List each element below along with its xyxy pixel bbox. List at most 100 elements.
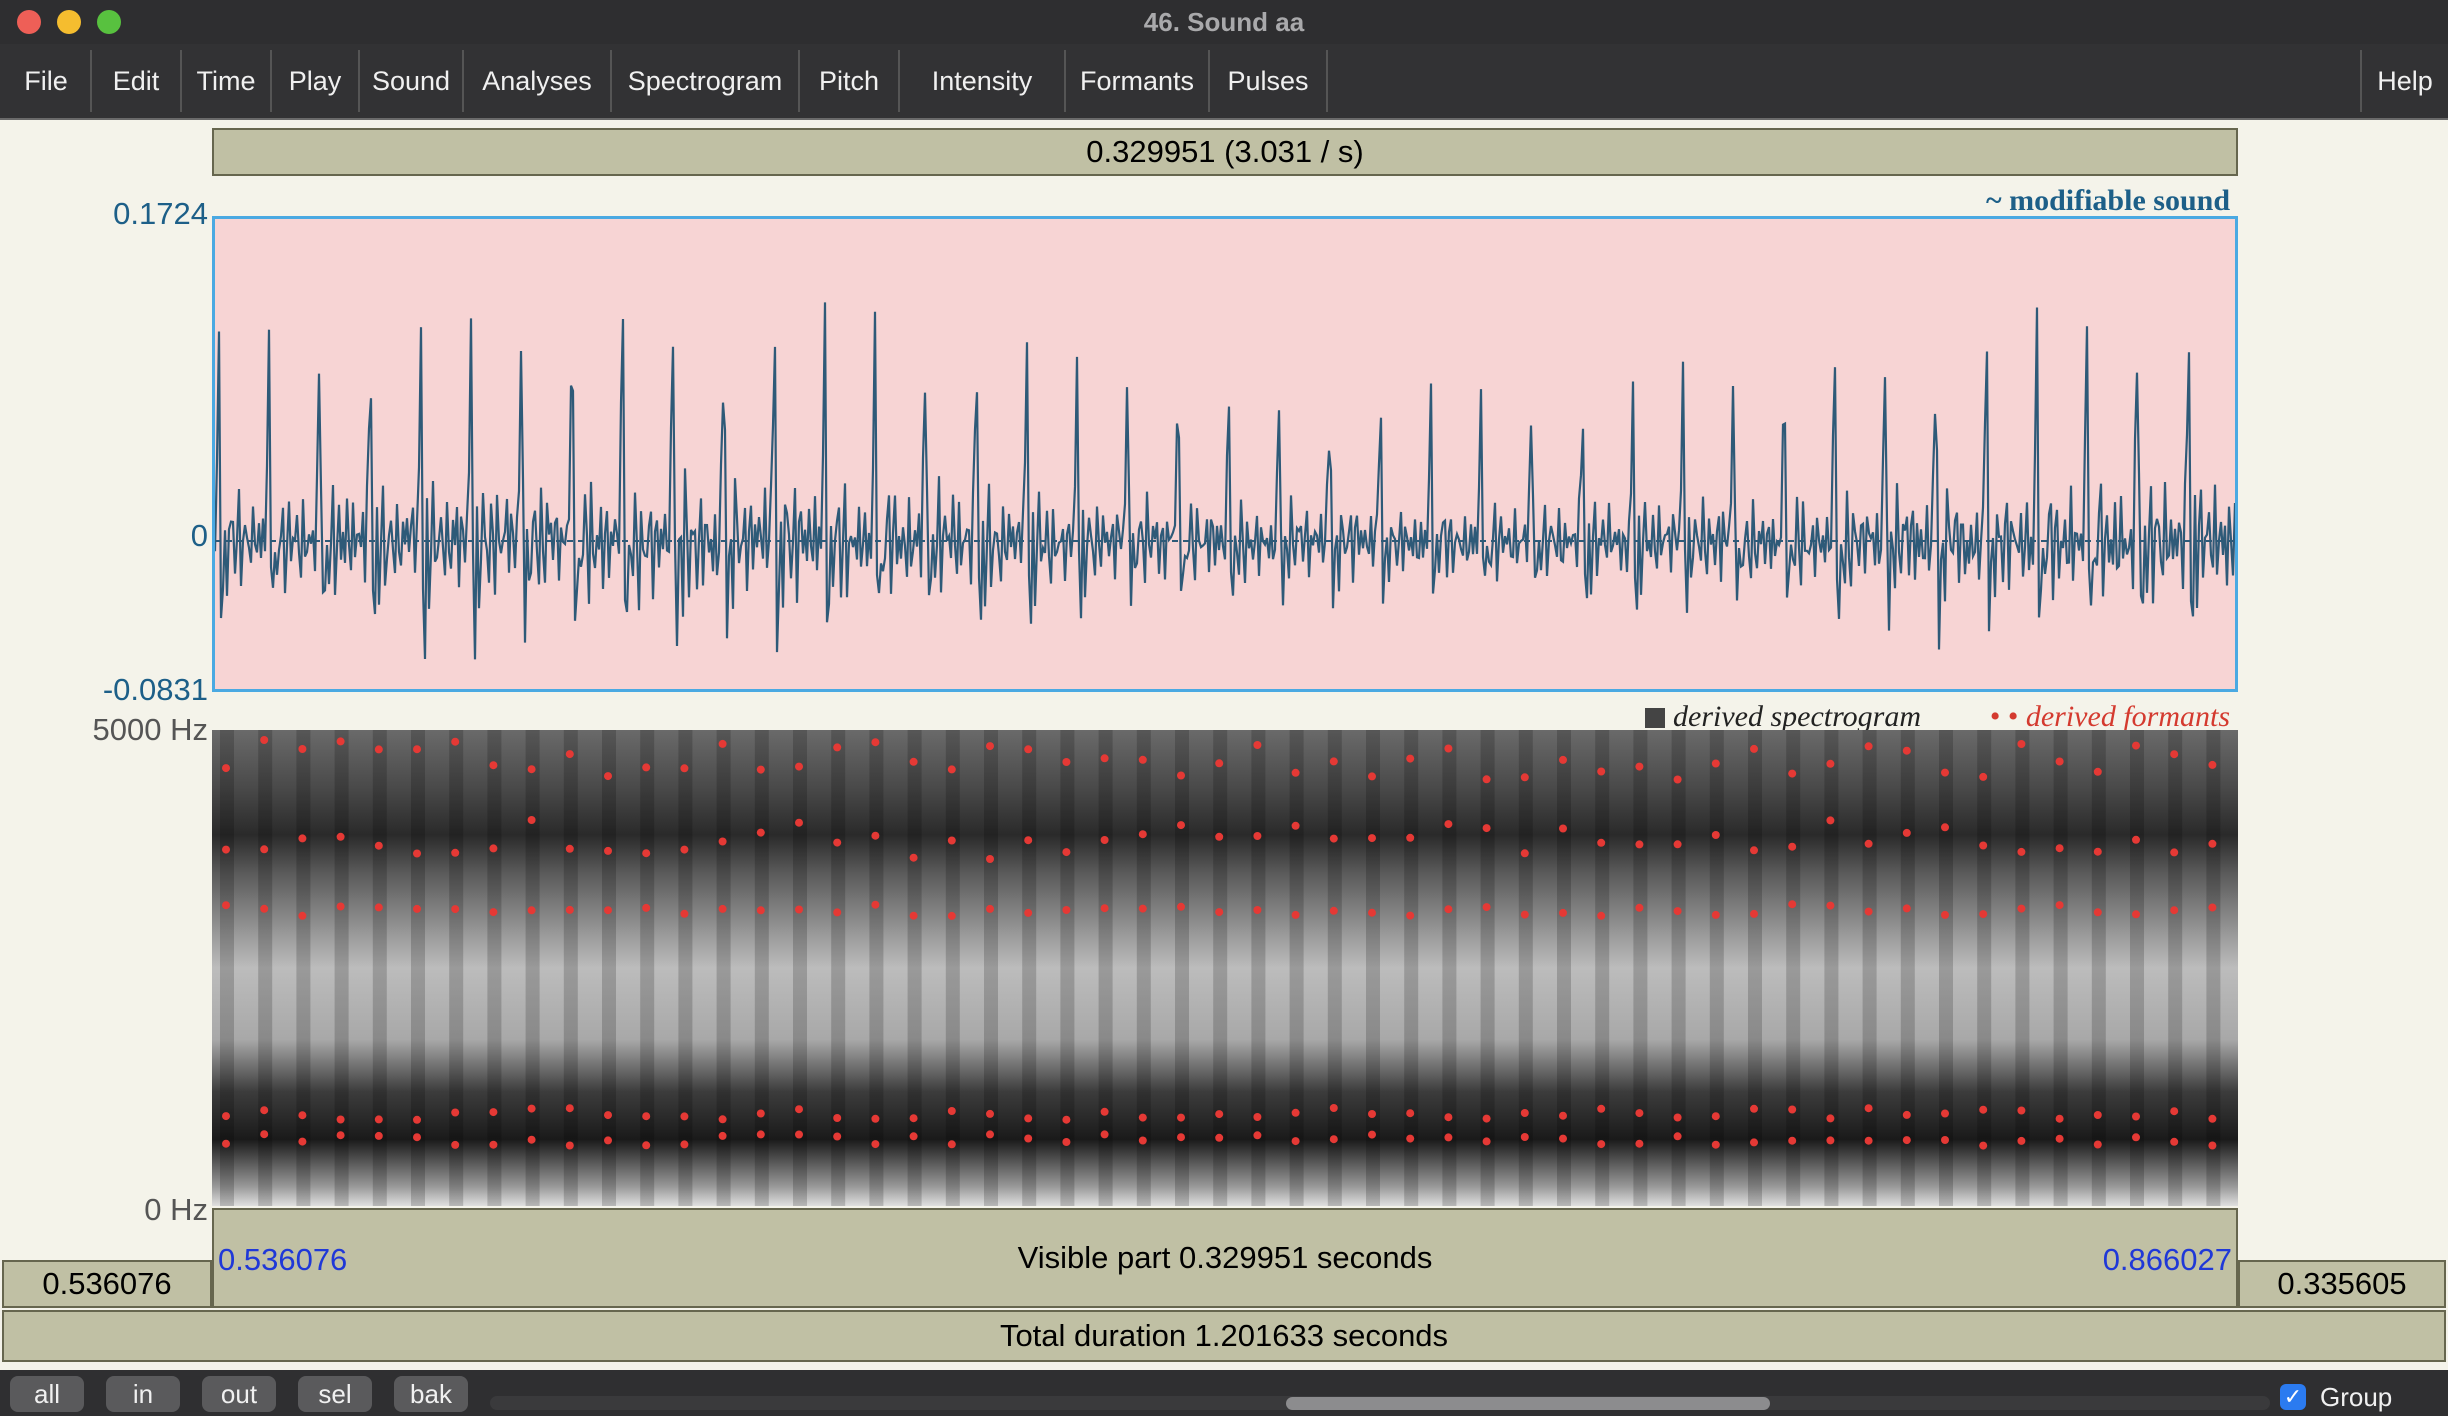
formant-dot (1291, 1108, 1300, 1117)
pulse-stripe (1939, 730, 1953, 1206)
formant-dot (413, 745, 421, 754)
formant-dot (1100, 1130, 1109, 1139)
close-window-icon[interactable] (17, 10, 41, 34)
menu-play[interactable]: Play (272, 50, 360, 112)
menu-help[interactable]: Help (2360, 50, 2448, 112)
formant-dot (222, 845, 230, 854)
pulse-stripe (525, 730, 540, 1206)
formant-dot (1597, 1140, 1606, 1149)
menu-spectrogram[interactable]: Spectrogram (612, 50, 800, 112)
formant-dot (1291, 768, 1300, 777)
menu-sound[interactable]: Sound (360, 50, 464, 112)
formant-dot (1444, 1113, 1453, 1122)
zoom-in-button[interactable]: in (106, 1376, 180, 1412)
formant-dot (1138, 904, 1147, 913)
formant-dot (1788, 900, 1797, 909)
formant-dot (489, 1108, 498, 1117)
formant-dot (1826, 1136, 1835, 1145)
formant-dot (374, 1115, 383, 1124)
formant-dot (489, 761, 498, 770)
formant-dot (451, 1140, 460, 1149)
formant-dot (1559, 1134, 1567, 1143)
formant-dot (1062, 1115, 1071, 1124)
menu-formants[interactable]: Formants (1066, 50, 1210, 112)
waveform-plot (215, 302, 2235, 660)
formant-dot (947, 1107, 956, 1115)
formant-dot (986, 904, 994, 913)
formant-dot (298, 911, 307, 920)
formant-dot (1329, 906, 1338, 915)
formant-dot (1177, 1133, 1185, 1142)
formant-dot (1482, 1114, 1491, 1123)
formant-dot (1520, 910, 1529, 919)
formant-dot (1864, 1136, 1873, 1145)
formant-dot (1826, 816, 1835, 825)
formant-dot (1902, 746, 1911, 755)
zoom-back-button[interactable]: bak (394, 1376, 468, 1412)
menu-pitch[interactable]: Pitch (800, 50, 900, 112)
waveform-trace (215, 302, 2235, 660)
formant-dot (1750, 1104, 1758, 1113)
scrollbar-thumb[interactable] (1286, 1397, 1770, 1410)
formant-dot (527, 1104, 536, 1113)
formant-dot (604, 1111, 612, 1120)
zoom-all-button[interactable]: all (10, 1376, 84, 1412)
left-outer-bar[interactable]: 0.536076 (2, 1260, 212, 1308)
group-checkbox[interactable]: ✓ (2280, 1384, 2306, 1410)
formant-dot (1941, 823, 1949, 832)
formant-dot (1100, 1107, 1109, 1116)
formant-dot (1826, 1114, 1835, 1123)
visible-part-bar[interactable]: 0.536076 0.866027 Visible part 0.329951 … (212, 1208, 2238, 1308)
selection-duration-bar[interactable]: 0.329951 (3.031 / s) (212, 128, 2238, 176)
total-duration-bar[interactable]: Total duration 1.201633 seconds (2, 1310, 2446, 1362)
formant-dot (298, 745, 307, 753)
pulse-stripe (640, 730, 655, 1206)
formant-dot (1520, 1109, 1529, 1117)
formant-dot (833, 1114, 842, 1122)
formant-dot (833, 838, 842, 847)
formant-dot (1979, 841, 1988, 850)
menu-file[interactable]: File (2, 50, 92, 112)
formant-dot (2017, 904, 2026, 913)
pulse-stripe (1289, 730, 1304, 1206)
formant-dot (1635, 1109, 1644, 1118)
formant-dot (642, 1141, 651, 1150)
formant-dot (871, 738, 880, 747)
pulse-stripe (1136, 730, 1151, 1206)
spectrogram-panel[interactable] (212, 730, 2238, 1206)
pulse-stripe (487, 730, 502, 1206)
minimize-window-icon[interactable] (57, 10, 81, 34)
menu-edit[interactable]: Edit (92, 50, 182, 112)
menu-analyses[interactable]: Analyses (464, 50, 612, 112)
pulse-stripe (945, 730, 960, 1206)
right-outer-bar[interactable]: 0.335605 (2238, 1260, 2446, 1308)
formant-dot (1215, 1133, 1224, 1142)
zoom-selection-button[interactable]: sel (298, 1376, 372, 1412)
menu-time[interactable]: Time (182, 50, 272, 112)
formant-dot (642, 849, 651, 858)
formant-dot (1482, 775, 1491, 784)
pulse-stripe (2053, 730, 2068, 1206)
formant-dot (1368, 1130, 1376, 1139)
formant-dot (1482, 1137, 1491, 1146)
formant-dot (1597, 767, 1606, 776)
formant-dot (374, 903, 383, 912)
formant-dot (260, 1130, 269, 1139)
spectrogram-y-bottom: 0 Hz (144, 1192, 208, 1227)
menu-intensity[interactable]: Intensity (900, 50, 1066, 112)
pulse-stripe (1557, 730, 1571, 1206)
menu-pulses[interactable]: Pulses (1210, 50, 1328, 112)
waveform-panel[interactable] (212, 216, 2238, 692)
zoom-out-button[interactable]: out (202, 1376, 276, 1412)
menu-bar: File Edit Time Play Sound Analyses Spect… (0, 44, 2448, 120)
formant-dot (1368, 908, 1376, 917)
formant-dot (298, 1137, 307, 1146)
formant-dot (1597, 1104, 1606, 1113)
formant-dot (756, 765, 765, 774)
maximize-window-icon[interactable] (97, 10, 121, 34)
formant-dot (680, 1140, 689, 1149)
formant-dot (756, 1130, 765, 1139)
formant-dot (1673, 1132, 1682, 1141)
formant-dot (298, 834, 307, 843)
formant-dot (2132, 1112, 2140, 1121)
